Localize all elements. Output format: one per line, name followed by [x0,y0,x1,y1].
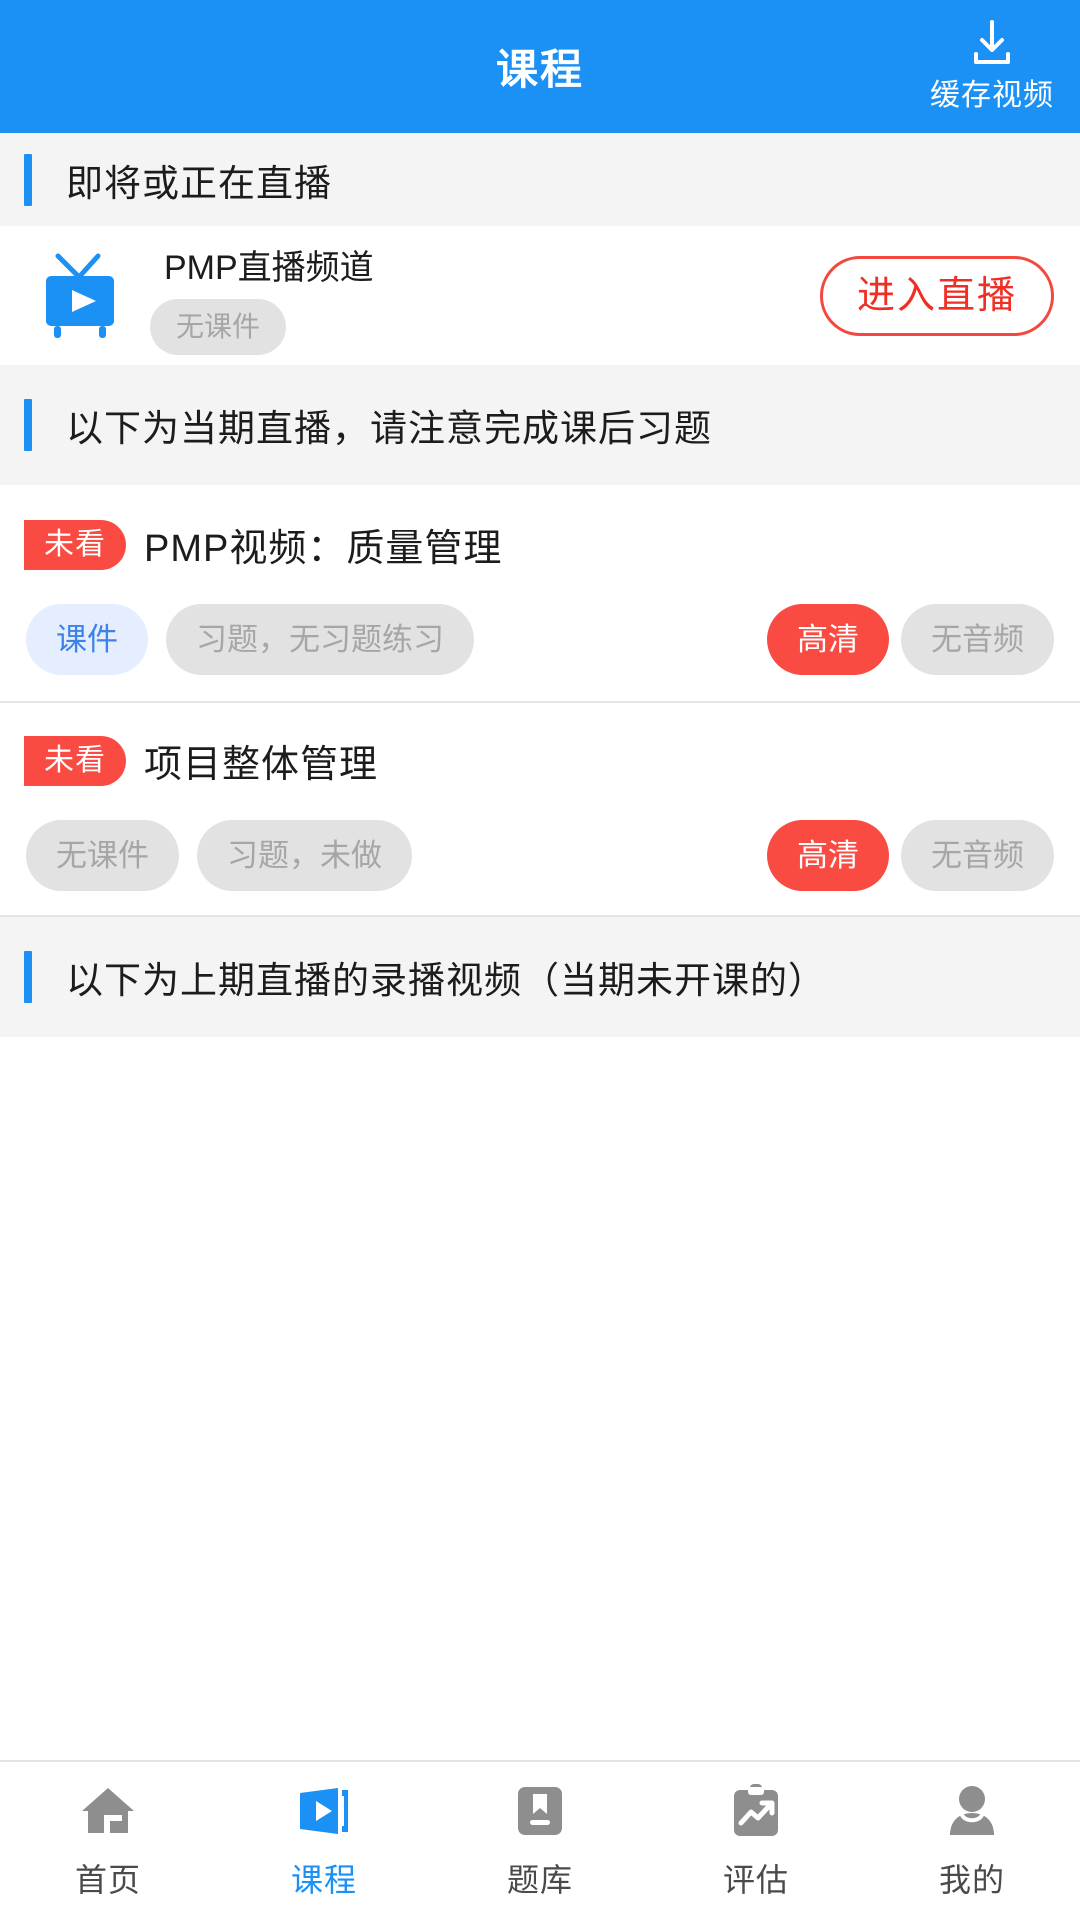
person-icon [950,1786,994,1835]
cache-video-button[interactable]: 缓存视频 [930,19,1054,114]
bookmark-book-icon [518,1787,562,1835]
quality-hd-tag[interactable]: 高清 [767,820,889,891]
video-list: 未看 PMP视频：质量管理 课件 习题，无习题练习 高清 无音频 未看 项目整体… [0,485,1080,917]
video-title: PMP视频：质量管理 [144,528,503,570]
live-channel-name: PMP直播频道 [164,249,374,287]
bottom-navigation: 首页 课程 题库 评估 我的 [0,1760,1080,1920]
audio-tag[interactable]: 无音频 [901,820,1054,891]
section-header-previous-term-recordings: 以下为上期直播的录播视频（当期未开课的） [0,917,1080,1037]
nav-item-assessment[interactable]: 评估 [648,1762,864,1920]
video-tag-row: 课件 习题，无习题练习 高清 无音频 [26,604,1054,675]
section-accent-bar [24,153,32,206]
section-header-upcoming-live: 即将或正在直播 [0,133,1080,226]
nav-item-home[interactable]: 首页 [0,1762,216,1920]
live-channel-row[interactable]: PMP直播频道 无课件 进入直播 [0,226,1080,365]
section-title: 以下为当期直播，请注意完成课后习题 [66,408,712,449]
nav-item-courses[interactable]: 课程 [216,1762,432,1920]
top-bar: 课程 缓存视频 [0,0,1080,133]
nav-label: 课程 [290,1862,357,1898]
app-screen: 课程 缓存视频 即将或正在直播 PMP直播频道 无课件 进入直播 以下为当期直播… [0,0,1080,1920]
status-badge: 未看 [24,735,126,786]
cache-video-label: 缓存视频 [930,78,1054,112]
nav-label: 首页 [74,1862,141,1898]
section-title: 即将或正在直播 [66,162,332,204]
video-tag-row: 无课件 习题，未做 高清 无音频 [26,820,1054,891]
exercise-tag[interactable]: 习题，未做 [197,820,412,891]
audio-tag[interactable]: 无音频 [901,604,1054,675]
video-tags-right: 高清 无音频 [767,820,1054,891]
quality-hd-tag[interactable]: 高清 [767,604,889,675]
live-channel-info: PMP直播频道 无课件 [150,236,820,355]
video-title: 项目整体管理 [144,744,379,786]
video-tags-left: 无课件 习题，未做 [26,820,412,891]
nav-label: 题库 [506,1862,573,1898]
empty-content-area [0,1037,1080,1760]
tv-play-icon [46,253,114,338]
section-header-current-term-live: 以下为当期直播，请注意完成课后习题 [0,365,1080,485]
section-title: 以下为上期直播的录播视频（当期未开课的） [66,960,826,1001]
enter-live-button[interactable]: 进入直播 [819,255,1054,336]
exercise-tag[interactable]: 习题，无习题练习 [166,604,474,675]
page-title: 课程 [495,46,584,93]
video-card[interactable]: 未看 PMP视频：质量管理 课件 习题，无习题练习 高清 无音频 [0,485,1080,701]
video-card[interactable]: 未看 项目整体管理 无课件 习题，未做 高清 无音频 [0,701,1080,917]
video-tags-left: 课件 习题，无习题练习 [26,604,474,675]
nav-label: 评估 [722,1862,789,1898]
section-accent-bar [24,951,32,1003]
video-title-row: 未看 PMP视频：质量管理 [24,517,1054,572]
video-play-icon [300,1788,348,1834]
nav-item-profile[interactable]: 我的 [864,1762,1080,1920]
download-icon [974,19,1010,64]
video-title-row: 未看 项目整体管理 [24,733,1054,788]
clipboard-chart-icon [734,1784,778,1836]
live-courseware-tag: 无课件 [150,299,287,355]
status-badge: 未看 [24,519,126,570]
nav-item-question-bank[interactable]: 题库 [432,1762,648,1920]
video-tags-right: 高清 无音频 [767,604,1054,675]
nav-label: 我的 [938,1862,1005,1898]
home-icon [82,1788,134,1833]
courseware-tag[interactable]: 无课件 [26,820,179,891]
section-accent-bar [24,399,32,451]
courseware-tag[interactable]: 课件 [26,604,148,675]
